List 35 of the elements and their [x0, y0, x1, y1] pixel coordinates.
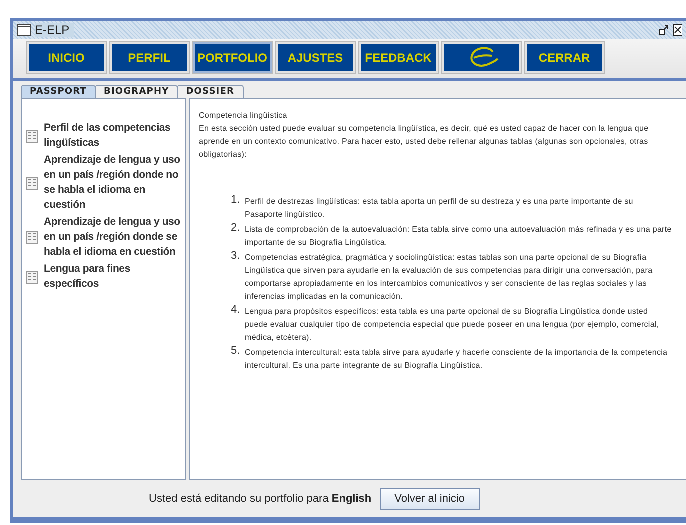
nav-button[interactable]: AJUSTES — [276, 42, 355, 73]
nav-button[interactable]: PERFIL — [110, 42, 189, 73]
nav-button[interactable]: INICIO — [27, 42, 106, 73]
sidebar-item[interactable]: Lengua para fines específicos — [44, 262, 184, 292]
document-icon — [26, 270, 38, 284]
back-button[interactable]: Volver al inicio — [380, 488, 480, 510]
list-item: Competencias estratégica, pragmática y sociolingüística: estas tablas son una parte opcional de su Biografía Lingüística que sirven para ayudarle en la evaluación de sus competencias para dirigir una conversación, para comportarse apropiadamente en los intercambios comunicativos y ser consciente de las reglas sociales y las inferencias implicadas en la comunicación. — [245, 252, 654, 303]
intro-paragraph: En esta sección usted puede evaluar su competencia lingüística, es decir, qué es usted capaz de hacer con la lengua que aprende en un contexto comunicativo. Para hacer esto, usted debe rellenar algunas tablas (algunas son opcionales, otras obligatorias): — [199, 123, 650, 161]
section-heading: Competencia lingüística — [199, 110, 288, 122]
status-text: Usted está editando su portfolio para English — [149, 492, 372, 504]
list-number: 3. — [231, 249, 241, 264]
list-number: 4. — [231, 303, 241, 318]
sidebar-item[interactable]: Perfil de las competencias lingüísticas — [44, 121, 184, 151]
list-number: 5. — [231, 344, 241, 359]
document-icon — [26, 176, 38, 190]
list-item: Perfil de destrezas lingüísticas: esta tabla aporta un perfil de su destreza y es una parte importante de su Pasaporte lingüístico. — [245, 196, 634, 221]
restore-icon[interactable] — [659, 25, 669, 35]
tab[interactable]: PASSPORT — [21, 85, 96, 98]
document-icon — [26, 231, 38, 244]
document-icon — [26, 130, 38, 142]
window-icon — [17, 24, 31, 36]
list-item: Lista de comprobación de la autoevaluación: Esta tabla sirve como una autoevaluación más refinada y es una parte importante de su Biografía Lingüística. — [245, 224, 672, 249]
nav-button[interactable]: PORTFOLIO — [193, 42, 272, 73]
nav-button[interactable]: FEEDBACK — [359, 42, 438, 73]
list-item: Competencia intercultural: esta tabla sirve para ayudarle y hacerle consciente de la importancia de la competencia intercultural. Es una parte integrante de su Biografía Lingüística. — [245, 347, 669, 372]
sidebar-item[interactable]: Aprendizaje de lengua y uso en un país /región donde no se habla el idioma en cuestión — [44, 153, 184, 213]
list-number: 1. — [231, 193, 241, 208]
nav-button[interactable]: CERRAR — [525, 42, 604, 73]
logo-button[interactable] — [442, 42, 521, 73]
sidebar-item[interactable]: Aprendizaje de lengua y uso en un país /región donde se habla el idioma en cuestión — [44, 215, 184, 260]
list-item: Lengua para propósitos específicos: esta tabla es una parte opcional de su Biografía Lingüística donde usted puede evaluar cualquier tipo de competencia especial que puede poseer en una lengua (por ejemplo, comercial, médica, etcétera). — [245, 306, 660, 344]
list-number: 2. — [231, 221, 241, 236]
window-title: E-ELP — [35, 23, 74, 37]
tab[interactable]: DOSSIER — [177, 85, 244, 98]
close-icon[interactable] — [673, 24, 682, 36]
